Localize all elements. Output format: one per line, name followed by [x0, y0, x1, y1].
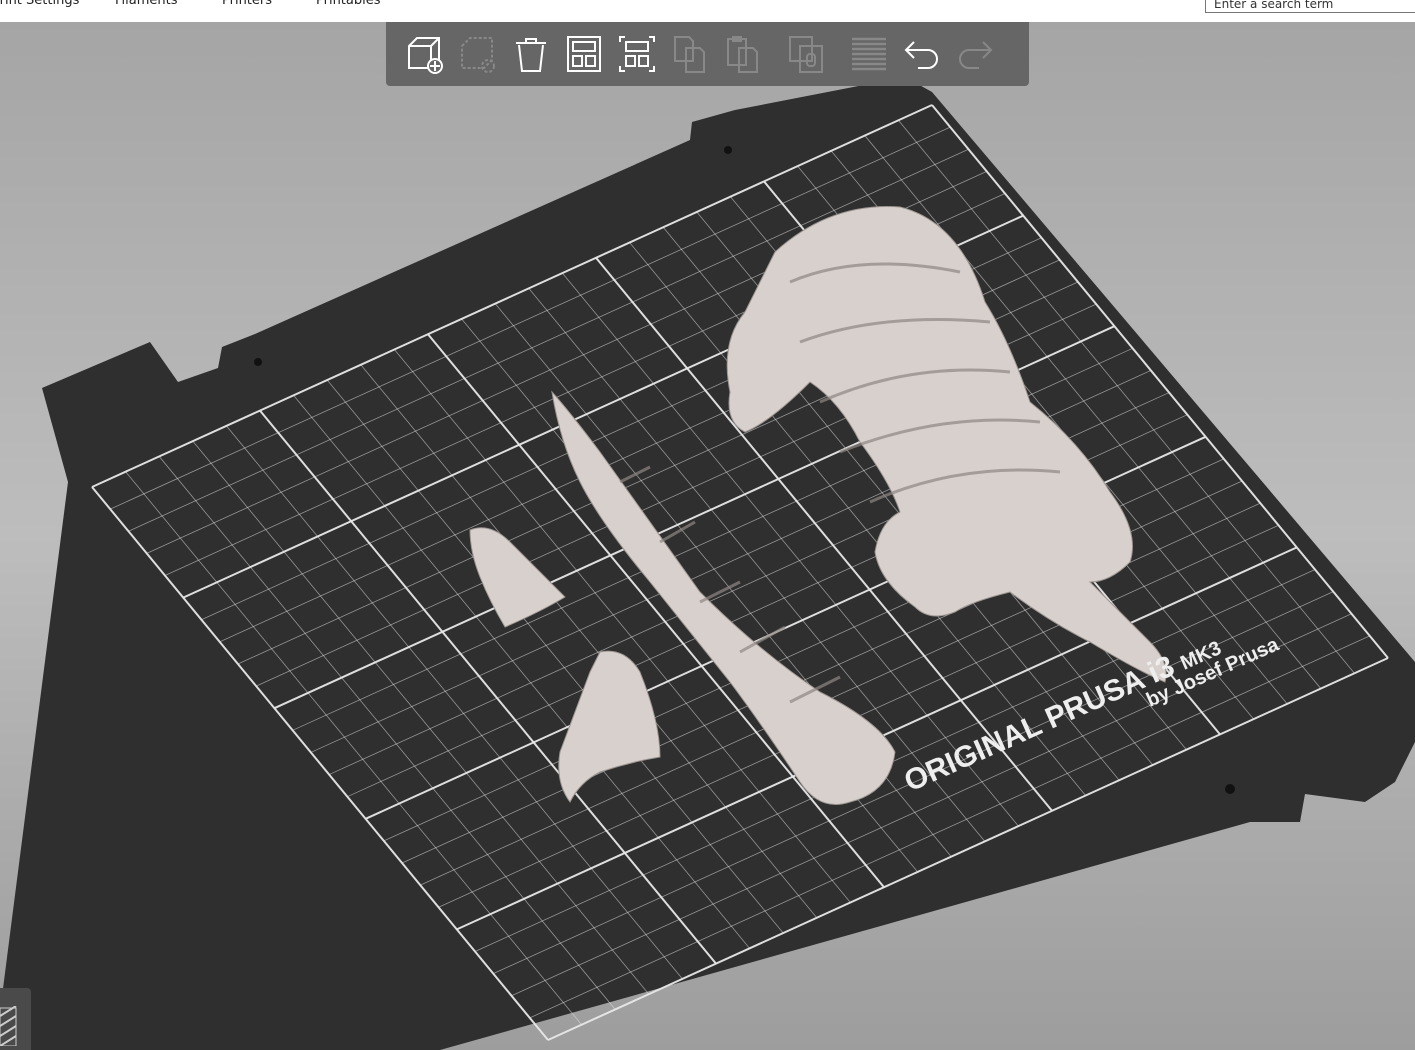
add-button[interactable] — [398, 29, 451, 79]
layers-editing-button[interactable] — [842, 29, 895, 79]
tab-print-settings[interactable]: Print Settings — [0, 0, 79, 8]
3d-viewport[interactable]: ORIGINAL PRUSA i3 MK3 by Josef Prusa — [0, 22, 1415, 1050]
paste-button[interactable] — [716, 29, 769, 79]
plater-toolbar — [386, 22, 1029, 86]
arrange-selection-button[interactable] — [610, 29, 663, 79]
delete-button[interactable] — [451, 29, 504, 79]
delete-all-button[interactable] — [504, 29, 557, 79]
tab-filaments[interactable]: Filaments — [115, 0, 178, 8]
trash-icon — [515, 38, 546, 72]
arrange-selection-icon — [618, 36, 655, 72]
arrange-icon — [566, 36, 601, 72]
layers-icon — [851, 37, 886, 71]
copy-button[interactable] — [663, 29, 716, 79]
redo-button[interactable] — [948, 29, 1001, 79]
undo-button[interactable] — [895, 29, 948, 79]
undo-icon — [904, 41, 938, 69]
settings-tab-bar: Print Settings Filaments Printers Printa… — [0, 0, 1415, 22]
tab-printables[interactable]: Printables — [316, 0, 381, 8]
layer-slider-button[interactable] — [0, 988, 31, 1050]
delete-object-icon — [460, 37, 495, 73]
redo-icon — [958, 41, 992, 69]
instance-icon — [788, 36, 823, 73]
add-object-icon — [407, 37, 443, 74]
add-instance-button[interactable] — [779, 29, 832, 79]
paste-icon — [726, 36, 758, 73]
copy-icon — [673, 36, 705, 73]
search-input[interactable]: Enter a search term — [1205, 0, 1415, 13]
layers-hatch-icon — [0, 1005, 17, 1047]
arrange-button[interactable] — [557, 29, 610, 79]
tab-printers[interactable]: Printers — [222, 0, 272, 8]
